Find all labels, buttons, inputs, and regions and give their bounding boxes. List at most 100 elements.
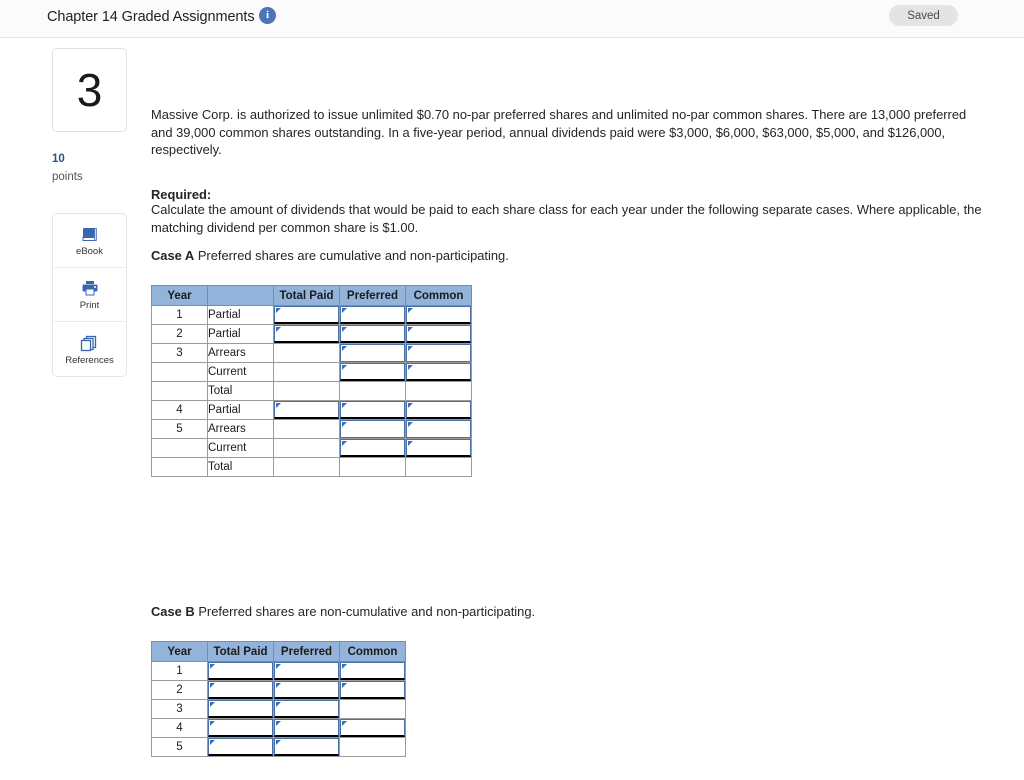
input-preferred[interactable] <box>340 439 405 457</box>
cell-total-paid[interactable] <box>207 737 274 757</box>
cell-common[interactable] <box>339 718 406 738</box>
cell-preferred[interactable] <box>273 718 340 738</box>
cell-total-paid[interactable] <box>207 680 274 700</box>
references-icon <box>80 333 99 353</box>
cell-year <box>151 438 208 458</box>
cell-year: 4 <box>151 400 208 420</box>
cell-total-paid[interactable] <box>273 305 340 325</box>
input-common[interactable] <box>340 681 405 699</box>
ebook-icon <box>80 224 99 244</box>
cell-common[interactable] <box>405 400 472 420</box>
cell-total-paid[interactable] <box>207 718 274 738</box>
case-a-table: Year Total Paid Preferred Common 1 Partia… <box>151 285 472 477</box>
input-preferred[interactable] <box>340 401 405 419</box>
cell-preferred[interactable] <box>339 324 406 344</box>
cell-common[interactable] <box>405 324 472 344</box>
cell-preferred[interactable] <box>339 305 406 325</box>
references-label: References <box>65 354 114 366</box>
input-preferred[interactable] <box>274 662 339 680</box>
col-preferred: Preferred <box>273 641 340 662</box>
input-preferred[interactable] <box>274 700 339 718</box>
table-row: 5 <box>151 737 406 757</box>
cell-total-paid[interactable] <box>273 324 340 344</box>
print-button[interactable]: Print <box>53 268 126 322</box>
cell-preferred[interactable] <box>339 362 406 382</box>
cell-common[interactable] <box>339 680 406 700</box>
input-total-paid[interactable] <box>208 662 273 680</box>
input-total-paid[interactable] <box>208 681 273 699</box>
cell-common[interactable] <box>405 305 472 325</box>
cell-common[interactable] <box>405 362 472 382</box>
cell-common[interactable] <box>405 419 472 439</box>
table-row: 3 <box>151 699 406 719</box>
cell-preferred[interactable] <box>339 400 406 420</box>
input-preferred[interactable] <box>274 719 339 737</box>
info-icon[interactable]: i <box>259 7 276 24</box>
cell-year: 3 <box>151 343 208 363</box>
input-preferred[interactable] <box>274 681 339 699</box>
cell-preferred[interactable] <box>273 699 340 719</box>
table-row: 5 Arrears <box>151 419 472 439</box>
cell-common <box>339 737 406 757</box>
cell-total-paid <box>273 438 340 458</box>
cell-preferred[interactable] <box>273 737 340 757</box>
input-preferred[interactable] <box>340 325 405 343</box>
ebook-button[interactable]: eBook <box>53 214 126 268</box>
input-common[interactable] <box>406 439 471 457</box>
cell-year <box>151 381 208 401</box>
input-common[interactable] <box>340 662 405 680</box>
table-a-header-row: Year Total Paid Preferred Common <box>151 285 472 306</box>
input-common[interactable] <box>406 325 471 343</box>
required-text: Calculate the amount of dividends that w… <box>151 202 982 235</box>
input-common[interactable] <box>406 306 471 324</box>
case-a-heading: Case A Preferred shares are cumulative a… <box>151 247 983 265</box>
cell-row-label: Partial <box>207 305 274 325</box>
cell-row-label: Current <box>207 362 274 382</box>
input-total-paid[interactable] <box>208 738 273 756</box>
references-button[interactable]: References <box>53 322 126 376</box>
col-total-paid: Total Paid <box>207 641 274 662</box>
cell-preferred[interactable] <box>273 680 340 700</box>
cell-common[interactable] <box>405 438 472 458</box>
table-row: 4 Partial <box>151 400 472 420</box>
table-row: 1 <box>151 661 406 681</box>
points-value: 10 <box>52 153 65 165</box>
input-common[interactable] <box>340 719 405 737</box>
page-title: Chapter 14 Graded Assignments <box>47 9 255 25</box>
cell-total-paid[interactable] <box>207 699 274 719</box>
input-total-paid[interactable] <box>274 325 339 343</box>
cell-common <box>339 699 406 719</box>
cell-preferred[interactable] <box>339 419 406 439</box>
cell-year <box>151 362 208 382</box>
input-preferred[interactable] <box>340 306 405 324</box>
input-total-paid[interactable] <box>208 719 273 737</box>
cell-common[interactable] <box>339 661 406 681</box>
cell-total-paid[interactable] <box>273 400 340 420</box>
input-common[interactable] <box>406 420 471 438</box>
table-row: Current <box>151 362 472 382</box>
case-b-heading: Case B Preferred shares are non-cumulati… <box>151 603 983 621</box>
info-icon-glyph: i <box>265 9 270 21</box>
input-preferred[interactable] <box>340 420 405 438</box>
input-common[interactable] <box>406 401 471 419</box>
input-preferred[interactable] <box>274 738 339 756</box>
cell-total-paid[interactable] <box>207 661 274 681</box>
input-preferred[interactable] <box>340 363 405 381</box>
input-total-paid[interactable] <box>274 306 339 324</box>
input-common[interactable] <box>406 344 471 362</box>
table-row: 4 <box>151 718 406 738</box>
case-b-label: Case B <box>151 604 195 619</box>
cell-common[interactable] <box>405 343 472 363</box>
input-preferred[interactable] <box>340 344 405 362</box>
input-total-paid[interactable] <box>274 401 339 419</box>
cell-total-paid <box>273 362 340 382</box>
cell-preferred[interactable] <box>339 343 406 363</box>
input-common[interactable] <box>406 363 471 381</box>
input-total-paid[interactable] <box>208 700 273 718</box>
problem-statement: Massive Corp. is authorized to issue unl… <box>151 107 967 157</box>
case-b-text: Preferred shares are non-cumulative and … <box>198 604 536 619</box>
table-row: Current <box>151 438 472 458</box>
question-number-box: 3 <box>52 48 127 132</box>
cell-preferred[interactable] <box>339 438 406 458</box>
cell-preferred[interactable] <box>273 661 340 681</box>
